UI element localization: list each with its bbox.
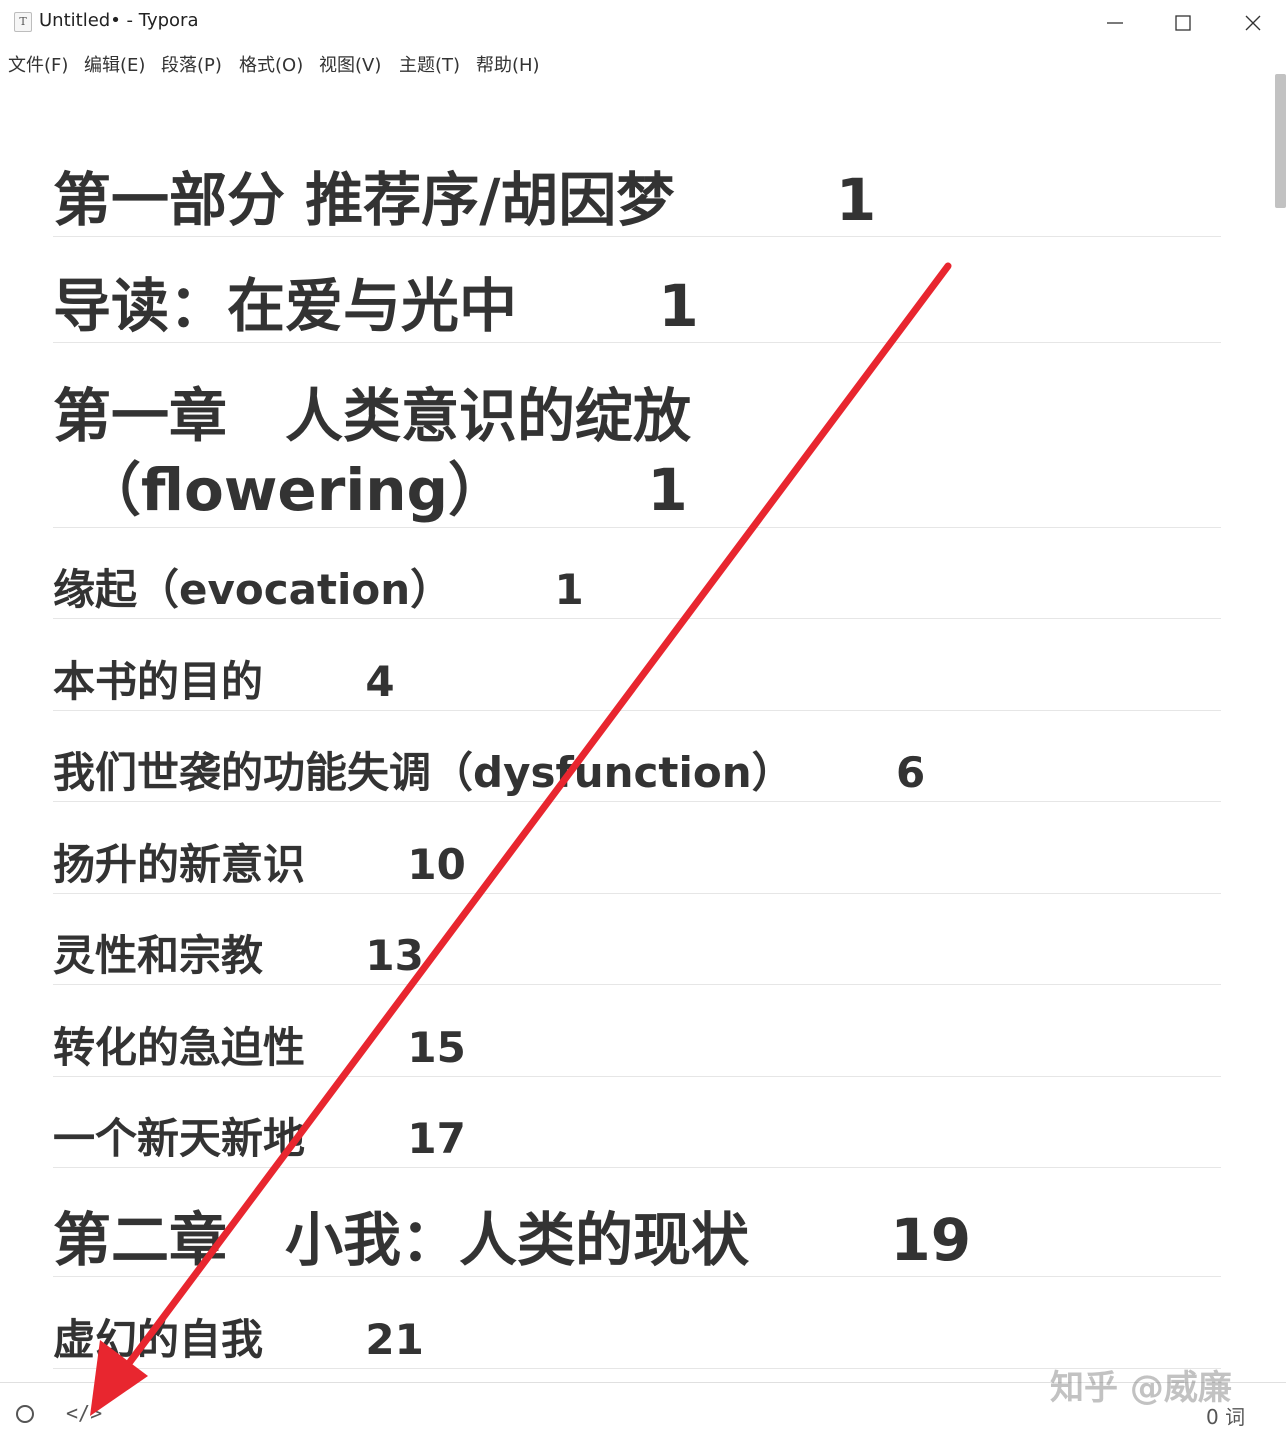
maximize-icon (1175, 15, 1191, 31)
heading-1[interactable]: 第一部分 推荐序/胡因梦 1 (53, 164, 1221, 237)
maximize-button[interactable] (1148, 0, 1218, 44)
source-code-mode-icon[interactable]: </> (66, 1401, 102, 1425)
zhihu-watermark: 知乎 @威廉 (1050, 1368, 1232, 1408)
close-button[interactable] (1218, 0, 1286, 44)
outline-toggle-icon[interactable] (16, 1405, 34, 1423)
heading-2[interactable]: 扬升的新意识 10 (53, 837, 1221, 894)
heading-2[interactable]: 虚幻的自我 21 (53, 1312, 1221, 1369)
title-bar: T Untitled• - Typora (0, 0, 1286, 44)
heading-2[interactable]: 缘起（evocation） 1 (53, 562, 1221, 619)
heading-1[interactable]: （flowering） 1 (53, 454, 1221, 528)
menu-paragraph[interactable]: 段落(P) (161, 51, 222, 77)
scrollbar-thumb[interactable] (1275, 74, 1286, 208)
heading-1[interactable]: 第一章 人类意识的绽放 (53, 380, 1221, 456)
menu-bar: 文件(F) 编辑(E) 段落(P) 格式(O) 视图(V) 主题(T) 帮助(H… (0, 44, 1286, 80)
heading-1[interactable]: 第二章 小我：人类的现状 19 (53, 1204, 1221, 1277)
minimize-icon (1107, 22, 1123, 24)
heading-2[interactable]: 本书的目的 4 (53, 654, 1221, 711)
menu-format[interactable]: 格式(O) (239, 51, 303, 77)
window-title: Untitled• - Typora (39, 10, 199, 31)
menu-help[interactable]: 帮助(H) (476, 51, 540, 77)
heading-2[interactable]: 灵性和宗教 13 (53, 928, 1221, 985)
menu-file[interactable]: 文件(F) (8, 51, 68, 77)
heading-2[interactable]: 我们世袭的功能失调（dysfunction） 6 (53, 745, 1221, 802)
heading-1[interactable]: 导读：在爱与光中 1 (53, 270, 1221, 343)
close-icon (1245, 15, 1261, 31)
heading-2[interactable]: 一个新天新地 17 (53, 1111, 1221, 1168)
menu-theme[interactable]: 主题(T) (399, 51, 460, 77)
editor-area[interactable]: 第一部分 推荐序/胡因梦 1 导读：在爱与光中 1 第一章 人类意识的绽放 （f… (53, 80, 1221, 1380)
heading-2[interactable]: 转化的急迫性 15 (53, 1020, 1221, 1077)
menu-edit[interactable]: 编辑(E) (84, 51, 145, 77)
minimize-button[interactable] (1080, 0, 1150, 44)
vertical-scrollbar[interactable] (1270, 74, 1286, 1382)
menu-view[interactable]: 视图(V) (319, 51, 381, 77)
typora-app-icon: T (14, 12, 32, 32)
typora-window: T Untitled• - Typora 文件(F) 编辑(E) 段落(P) 格… (0, 0, 1286, 1433)
